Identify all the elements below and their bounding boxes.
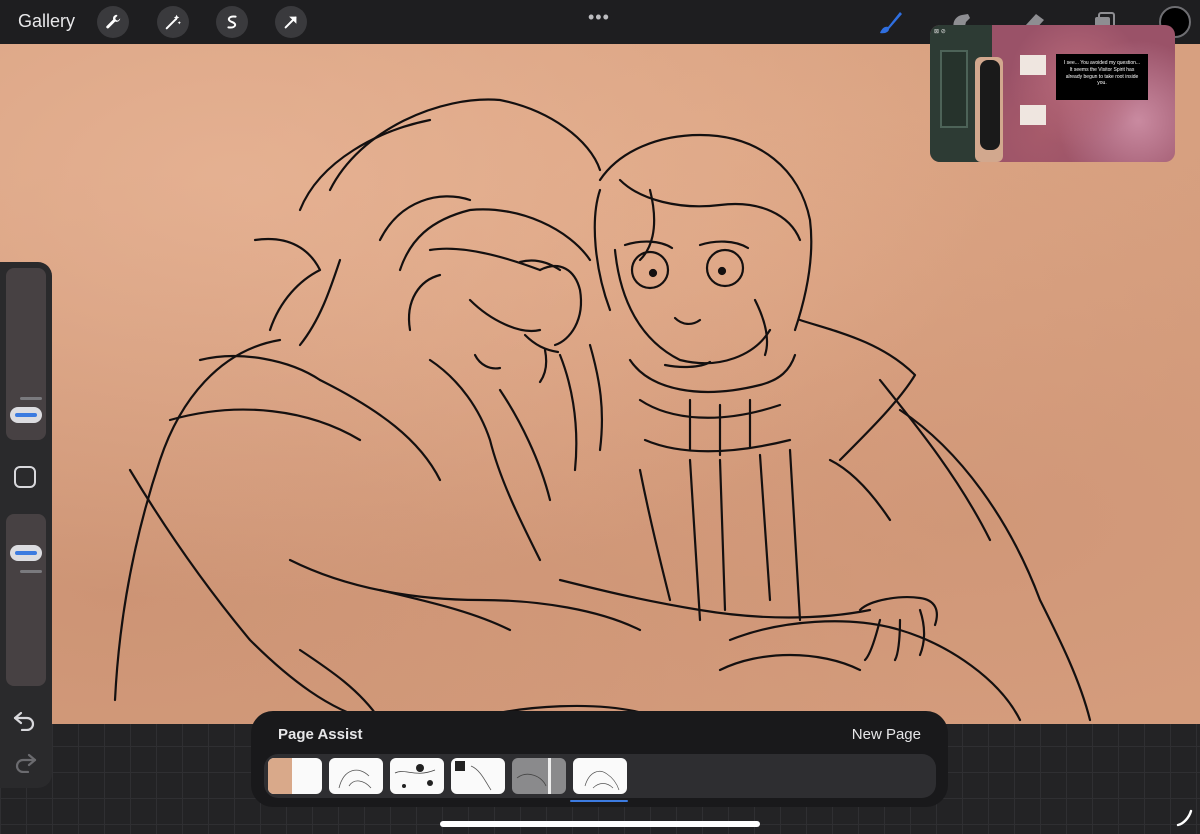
brush-size-slider[interactable] [6, 268, 46, 440]
picture-in-picture-video[interactable]: ⊠ ⊘ I see... You avoided my question... … [930, 25, 1175, 162]
video-scene-note [1020, 105, 1046, 125]
undo-icon[interactable] [12, 709, 38, 731]
slider-tick [20, 397, 42, 400]
video-scene-note [1020, 55, 1046, 75]
opacity-knob[interactable] [10, 545, 42, 561]
pip-controls-icon[interactable]: ⊠ ⊘ [934, 28, 946, 35]
active-page-indicator [570, 800, 628, 802]
brush-size-knob[interactable] [10, 407, 42, 423]
page-thumbnail-strip [264, 754, 936, 798]
page-assist-title: Page Assist [278, 726, 363, 743]
page-assist-panel: Page Assist New Page [251, 711, 948, 807]
page-thumbnail-active[interactable] [573, 758, 627, 794]
modify-button[interactable] [14, 466, 36, 488]
left-sidebar [0, 262, 52, 788]
adjustments-button[interactable] [157, 6, 189, 38]
transform-arrow-icon [284, 16, 297, 29]
page-thumbnail[interactable] [512, 758, 566, 794]
magic-wand-icon [165, 14, 181, 30]
home-indicator[interactable] [440, 821, 760, 827]
selection-button[interactable] [216, 6, 248, 38]
redo-icon[interactable] [12, 751, 38, 773]
page-thumbnail[interactable] [329, 758, 383, 794]
actions-wrench-button[interactable] [97, 6, 129, 38]
brush-icon[interactable] [876, 8, 904, 36]
page-thumbnail[interactable] [451, 758, 505, 794]
page-thumbnail[interactable] [268, 758, 322, 794]
more-options-handle[interactable]: ••• [588, 7, 610, 28]
page-thumbnail[interactable] [390, 758, 444, 794]
opacity-slider[interactable] [6, 514, 46, 686]
selection-icon [227, 15, 237, 29]
video-caption: I see... You avoided my question... It s… [1056, 54, 1148, 100]
wrench-icon [106, 14, 121, 29]
gallery-button[interactable]: Gallery [18, 11, 75, 32]
video-scene-phone [980, 60, 1000, 150]
slider-tick [20, 570, 42, 573]
new-page-button[interactable]: New Page [852, 726, 921, 743]
quickshape-curve-icon[interactable] [1175, 808, 1195, 828]
transform-button[interactable] [275, 6, 307, 38]
